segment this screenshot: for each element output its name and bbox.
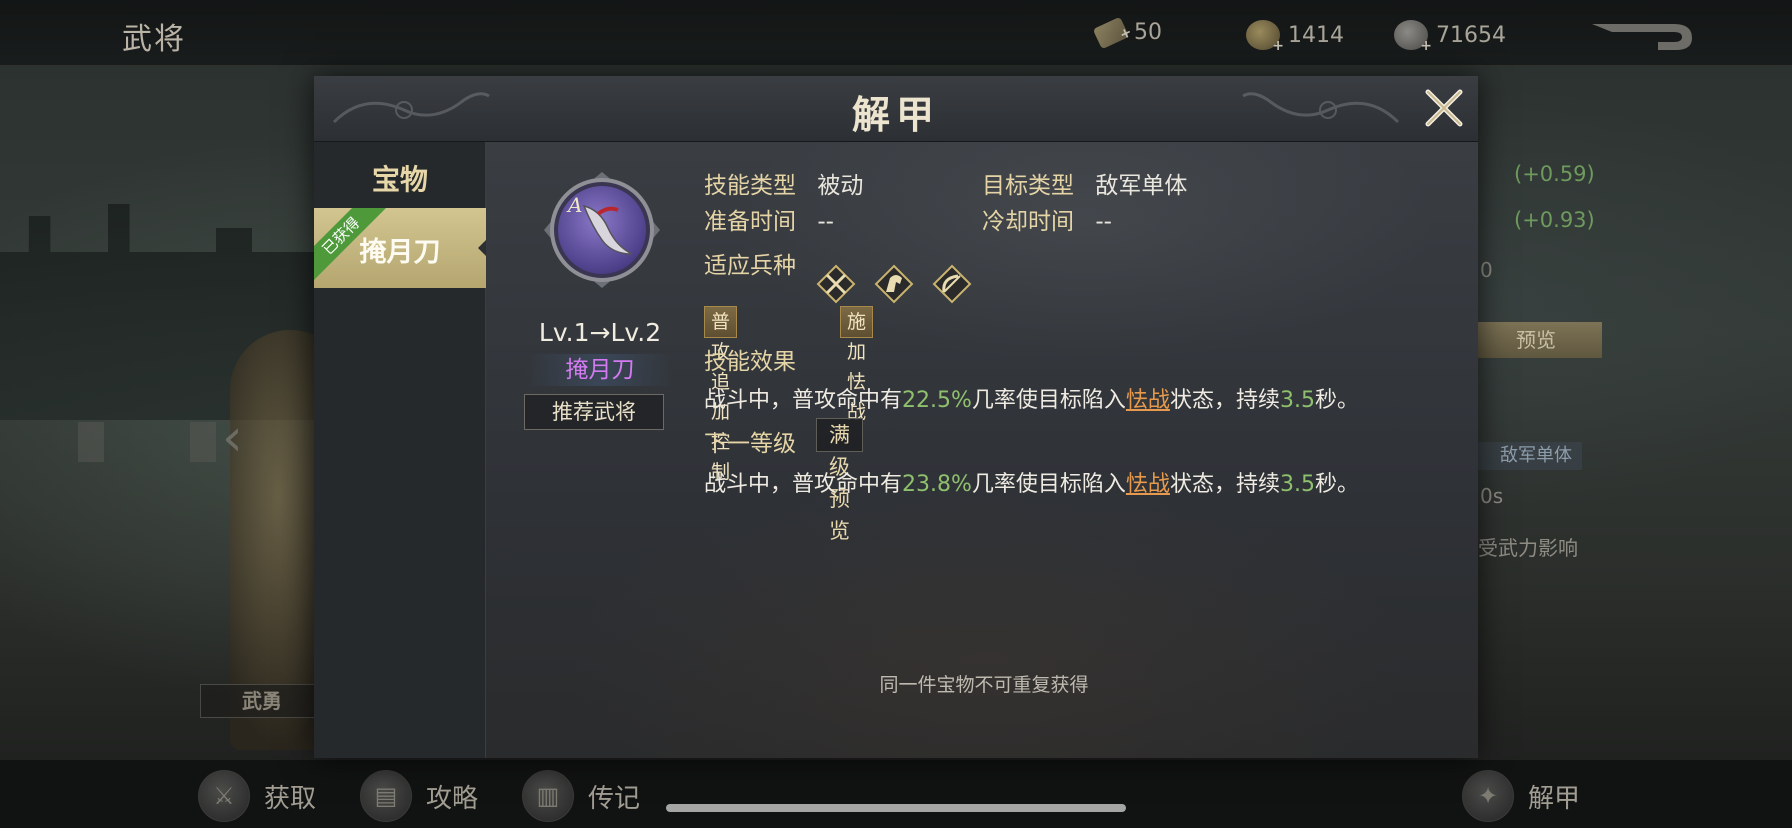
next-level-label: 下一等级 <box>704 431 796 457</box>
troop-type-label: 适应兵种 <box>704 253 796 279</box>
modal-title: 解甲 <box>851 92 940 137</box>
gold-coin-icon: + <box>1246 20 1284 54</box>
bottom-label: 获取 <box>264 783 317 814</box>
resource-ticket[interactable]: + 50 <box>1092 16 1162 49</box>
guide-button[interactable]: ▤ 攻略 <box>360 770 478 822</box>
bottom-label: 传记 <box>588 783 641 814</box>
skill-type-value: 被动 <box>817 173 864 199</box>
guide-icon: ▤ <box>360 770 412 822</box>
sidebar-item-label: 掩月刀 <box>359 237 441 268</box>
resource-silver[interactable]: + 71654 <box>1394 20 1506 54</box>
obtain-icon: ⚔ <box>198 770 250 822</box>
archer-icon <box>932 264 972 304</box>
duplicate-note: 同一件宝物不可重复获得 <box>879 674 1089 696</box>
prep-time-label: 准备时间 <box>704 209 796 235</box>
item-grade: A <box>566 193 582 217</box>
recommend-general-button[interactable]: 推荐武将 <box>524 394 664 430</box>
unarmor-icon: ✦ <box>1462 770 1514 822</box>
target-tag: 敌军单体 <box>1470 442 1582 470</box>
page-title: 武将 <box>122 22 186 57</box>
level-text: Lv.1→Lv.2 <box>538 318 662 347</box>
selected-indicator-icon <box>478 238 486 258</box>
sidebar-item-yanyuedao[interactable]: 已获得 掩月刀 <box>314 208 486 288</box>
cavalry-icon <box>874 264 914 304</box>
modal-header: 解甲 <box>314 76 1478 142</box>
resource-value: 50 <box>1134 20 1162 45</box>
preview-button[interactable]: 预览 <box>1470 322 1602 358</box>
skill-effect-text: 战斗中，普攻命中有22.5%几率使目标陷入怯战状态，持续3.5秒。 <box>704 388 1359 413</box>
ticket-icon: + <box>1092 16 1135 49</box>
prev-general-arrow-icon[interactable]: ‹ <box>222 410 256 466</box>
status-link[interactable]: 怯战 <box>1126 472 1170 497</box>
treasure-detail: A Lv.1→Lv.2 掩月刀 推荐武将 技能类型 被动 目标类型 敌军单体 准… <box>486 142 1478 758</box>
skill-tag: 施加怯战 <box>840 306 874 423</box>
bottom-label: 解甲 <box>1528 783 1581 814</box>
resource-value: 71654 <box>1436 22 1506 48</box>
skill-effect-label: 技能效果 <box>704 349 796 375</box>
status-link[interactable]: 怯战 <box>1126 388 1170 413</box>
sidebar-heading: 宝物 <box>371 163 428 196</box>
max-level-preview-button[interactable]: 满级预览 <box>816 418 863 543</box>
stat-bonus: (+0.59) <box>1514 162 1595 186</box>
item-name: 掩月刀 <box>526 354 674 386</box>
stat-value: 0 <box>1480 258 1493 282</box>
biography-icon: ▥ <box>522 770 574 822</box>
biography-button[interactable]: ▥ 传记 <box>522 770 640 822</box>
treasure-sidebar: 宝物 已获得 掩月刀 <box>314 142 486 758</box>
bottom-label: 攻略 <box>426 783 479 814</box>
obtain-button[interactable]: ⚔ 获取 <box>198 770 316 822</box>
skill-tag: 普攻追加控制 <box>704 306 738 483</box>
wuyong-label: 武勇 <box>200 684 324 718</box>
top-bar: 武将 + 50 + 1414 + 71654 <box>0 0 1792 66</box>
chance-value: 23.8% <box>902 472 972 497</box>
home-indicator[interactable] <box>666 804 1126 812</box>
duration-value: 3.5 <box>1279 388 1315 413</box>
note-text: 受武力影响 <box>1478 536 1578 560</box>
silver-coin-icon: + <box>1394 20 1432 54</box>
close-icon[interactable] <box>1422 86 1466 130</box>
background-decoration <box>78 422 104 462</box>
target-type-label: 目标类型 <box>982 173 1074 199</box>
cooldown-label: 冷却时间 <box>982 209 1074 235</box>
resource-value: 1414 <box>1288 22 1344 48</box>
chance-value: 22.5% <box>902 388 972 413</box>
unarmor-button[interactable]: ✦ 解甲 <box>1462 770 1580 822</box>
spear-icon <box>816 264 856 304</box>
duration-value: 3.5 <box>1279 472 1315 497</box>
cooldown-value: -- <box>1095 209 1112 235</box>
blade-treasure-icon: A <box>544 172 660 288</box>
prep-time-value: -- <box>817 209 834 235</box>
skill-type-label: 技能类型 <box>704 173 796 199</box>
back-arrow-icon[interactable] <box>1588 18 1696 54</box>
next-effect-text: 战斗中，普攻命中有23.8%几率使目标陷入怯战状态，持续3.5秒。 <box>704 472 1359 497</box>
target-type-value: 敌军单体 <box>1095 173 1188 199</box>
resource-gold[interactable]: + 1414 <box>1246 20 1344 54</box>
stat-bonus: (+0.93) <box>1514 208 1595 232</box>
treasure-modal: 解甲 宝物 已获得 掩月刀 A Lv.1→Lv.2 掩月刀 推荐武将 技能类型 … <box>314 76 1478 758</box>
duration-text: 0s <box>1480 484 1504 508</box>
background-decoration <box>190 422 216 462</box>
